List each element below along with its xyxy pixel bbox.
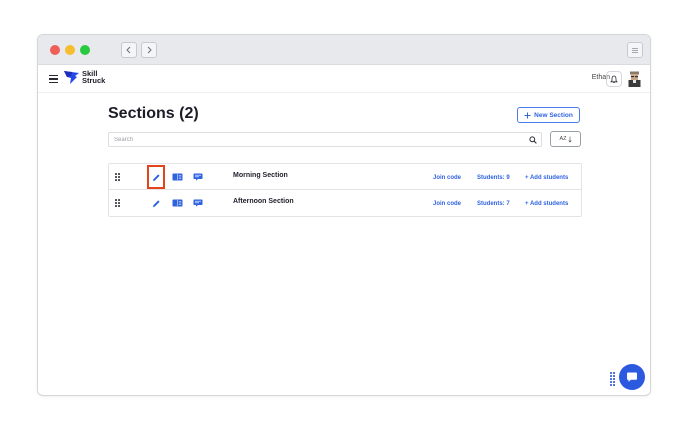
table-row: Afternoon Section Join code Students: 7 … bbox=[109, 190, 581, 216]
notifications-button[interactable] bbox=[606, 71, 622, 87]
user-avatar[interactable] bbox=[628, 71, 641, 87]
chat-board-icon bbox=[193, 173, 203, 181]
section-name[interactable]: Morning Section bbox=[233, 172, 288, 179]
skillstruck-logo[interactable]: Skill Struck bbox=[64, 70, 105, 84]
drag-handle-icon[interactable] bbox=[115, 173, 121, 181]
students-link[interactable]: Students: 7 bbox=[477, 201, 510, 207]
logo-text: Skill Struck bbox=[82, 70, 106, 85]
chat-board-icon bbox=[193, 199, 203, 207]
announcements-button[interactable] bbox=[192, 197, 204, 209]
chevron-right-icon bbox=[147, 46, 152, 54]
gradebook-button[interactable] bbox=[171, 197, 183, 209]
add-students-link[interactable]: + Add students bbox=[525, 201, 568, 207]
highlight-box bbox=[147, 165, 165, 189]
search-button[interactable] bbox=[524, 132, 542, 147]
new-section-label: New Section bbox=[534, 111, 573, 119]
title-bar bbox=[38, 35, 650, 65]
sort-az-button[interactable]: AZ bbox=[550, 131, 581, 147]
join-code-link[interactable]: Join code bbox=[433, 201, 461, 207]
minimize-window-dot[interactable] bbox=[65, 45, 75, 55]
chat-button[interactable] bbox=[619, 364, 645, 390]
join-code-link[interactable]: Join code bbox=[433, 175, 461, 181]
book-icon bbox=[172, 173, 182, 181]
drag-handle-icon[interactable] bbox=[115, 199, 121, 207]
search-row: AZ bbox=[108, 131, 582, 147]
add-students-link[interactable]: + Add students bbox=[525, 175, 568, 181]
sort-arrow-icon bbox=[567, 136, 572, 142]
chat-icon bbox=[627, 372, 637, 382]
browser-menu-button[interactable] bbox=[627, 42, 643, 58]
gradebook-button[interactable] bbox=[171, 171, 183, 183]
announcements-button[interactable] bbox=[192, 171, 204, 183]
close-window-dot[interactable] bbox=[50, 45, 60, 55]
sort-az-label: AZ bbox=[559, 136, 567, 142]
menu-lines-icon bbox=[632, 47, 638, 53]
browser-window: Skill Struck Ethan Sections (2) New Sect… bbox=[37, 34, 651, 396]
book-icon bbox=[172, 199, 182, 207]
forward-button[interactable] bbox=[141, 42, 157, 58]
new-section-button[interactable]: New Section bbox=[517, 107, 580, 123]
search-input[interactable] bbox=[108, 132, 542, 147]
plus-icon bbox=[524, 112, 531, 118]
chevron-left-icon bbox=[126, 46, 131, 54]
hamburger-icon[interactable] bbox=[49, 75, 58, 83]
skillstruck-logo-icon bbox=[64, 71, 79, 84]
students-link[interactable]: Students: 9 bbox=[477, 175, 510, 181]
section-name[interactable]: Afternoon Section bbox=[233, 198, 294, 205]
chat-widget-grip-icon[interactable] bbox=[610, 372, 615, 386]
back-button[interactable] bbox=[121, 42, 137, 58]
table-row: Morning Section Join code Students: 9 + … bbox=[109, 164, 581, 190]
edit-section-button[interactable] bbox=[150, 197, 162, 209]
page-title: Sections (2) bbox=[108, 105, 199, 122]
maximize-window-dot[interactable] bbox=[80, 45, 90, 55]
logo-line-2: Struck bbox=[82, 76, 106, 85]
app-header: Skill Struck Ethan bbox=[38, 65, 650, 93]
bell-icon bbox=[610, 75, 618, 83]
pencil-icon bbox=[152, 199, 160, 207]
sections-table: Morning Section Join code Students: 9 + … bbox=[108, 163, 582, 217]
search-icon bbox=[529, 135, 537, 144]
